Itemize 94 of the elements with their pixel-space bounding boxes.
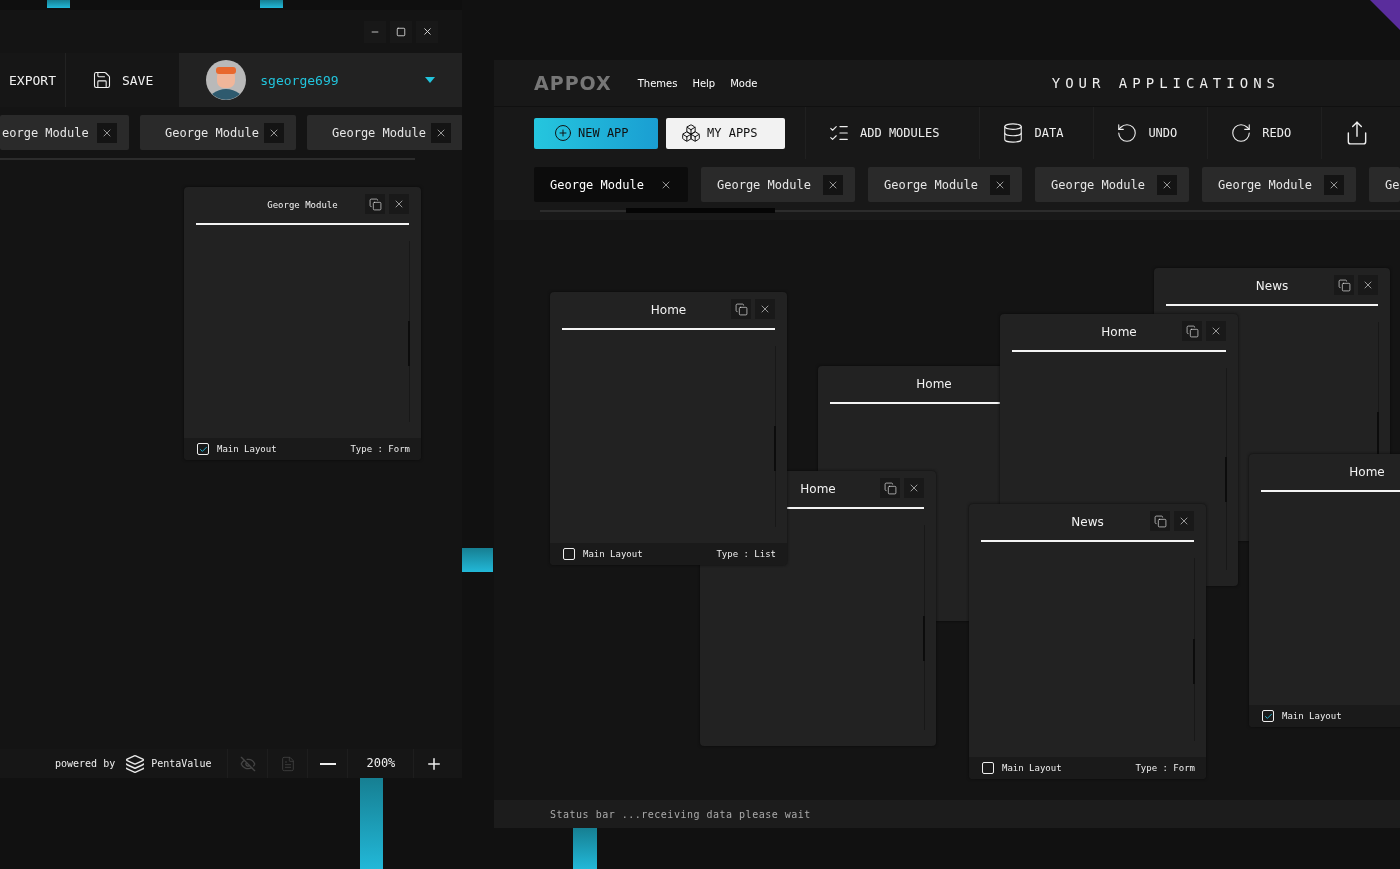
restore-button[interactable]	[1334, 275, 1354, 295]
menu-item[interactable]: Themes	[637, 77, 678, 89]
database-icon	[1002, 122, 1025, 144]
accent-bar	[462, 548, 493, 572]
close-icon	[421, 26, 433, 37]
card-title: Home	[916, 377, 952, 391]
type-label: Type : Form	[350, 444, 410, 454]
module-tab[interactable]: Ge	[1369, 167, 1400, 202]
restore-icon	[734, 302, 748, 316]
module-tab[interactable]: George Module	[701, 167, 855, 202]
logo: APPOX	[534, 72, 612, 94]
module-tab[interactable]: George Module	[1035, 167, 1189, 202]
restore-button[interactable]	[365, 194, 385, 214]
undo-icon	[1116, 122, 1139, 144]
restore-icon	[1337, 278, 1351, 292]
caret-icon[interactable]	[424, 76, 436, 84]
restore-button[interactable]	[1182, 321, 1202, 341]
module-tab[interactable]: George Module	[140, 115, 296, 150]
card-title: Home	[650, 303, 687, 317]
close-button[interactable]	[823, 174, 843, 195]
brand-name: PentaValue	[151, 758, 212, 769]
maximize-icon	[396, 26, 406, 37]
layout-label: Main Layout	[1282, 711, 1342, 721]
close-button[interactable]	[755, 299, 775, 319]
username[interactable]: sgeorge699	[260, 72, 410, 88]
card-title: Home	[1101, 325, 1137, 339]
close-button[interactable]	[1157, 174, 1177, 195]
close-icon	[393, 198, 405, 210]
check-icon	[198, 444, 208, 454]
minimize-button[interactable]	[364, 20, 386, 43]
restore-button[interactable]	[1150, 511, 1170, 531]
module-tab[interactable]: George Module	[307, 115, 462, 150]
layout-label: Main Layout	[217, 444, 277, 454]
close-button[interactable]	[904, 478, 924, 498]
checkbox[interactable]	[1262, 710, 1274, 722]
close-button[interactable]	[264, 122, 284, 143]
card-title: George Module	[267, 200, 338, 210]
close-button[interactable]	[97, 122, 117, 143]
close-icon	[1210, 325, 1222, 337]
plus-circle-icon	[554, 124, 572, 142]
checkbox[interactable]	[982, 762, 994, 774]
restore-icon	[883, 481, 897, 495]
document-icon	[279, 755, 296, 772]
module-tab[interactable]: George Module	[1202, 167, 1356, 202]
new-app-button[interactable]: NEW APP	[534, 117, 658, 149]
powered-by-label: powered by	[55, 758, 116, 769]
close-icon	[1362, 279, 1374, 291]
layout-label: Main Layout	[583, 549, 643, 559]
corner-triangle	[1370, 0, 1400, 30]
layout-label: Main Layout	[1002, 763, 1062, 773]
card-title: News	[1255, 279, 1289, 293]
redo-icon	[1230, 122, 1253, 144]
checkbox[interactable]	[197, 443, 209, 455]
restore-button[interactable]	[731, 299, 751, 319]
boxes-icon	[681, 123, 701, 143]
export-button[interactable]: EXPORT	[0, 53, 66, 107]
card-title: News	[1071, 515, 1104, 529]
avatar	[206, 60, 247, 100]
my-apps-button[interactable]: MY APPS	[666, 117, 785, 149]
module-tab[interactable]: George Module	[868, 167, 1022, 202]
restore-icon	[368, 197, 382, 211]
card-title: Home	[1349, 465, 1385, 479]
menu-item[interactable]: Help	[692, 77, 716, 89]
card-title: Home	[800, 482, 836, 496]
close-button[interactable]	[431, 122, 451, 143]
close-button[interactable]	[416, 20, 438, 43]
close-icon	[759, 303, 771, 315]
restore-icon	[1185, 324, 1199, 338]
status-bar: Status bar ...receiving data please wait	[494, 800, 1400, 828]
close-icon	[908, 482, 920, 494]
module-tab[interactable]: eorge Module	[0, 115, 129, 150]
restore-icon	[1153, 514, 1167, 528]
type-label: Type : List	[716, 549, 776, 559]
close-button[interactable]	[1324, 174, 1344, 195]
page-title: YOUR APPLICATIONS	[1051, 75, 1280, 91]
maximize-button[interactable]	[390, 20, 412, 43]
close-button[interactable]	[389, 194, 409, 214]
menu-item[interactable]: Mode	[730, 77, 758, 89]
close-button[interactable]	[1174, 511, 1194, 531]
accent-bar	[47, 0, 70, 8]
minus-icon	[319, 762, 336, 765]
eye-off-icon	[239, 755, 256, 772]
close-button[interactable]	[1358, 275, 1378, 295]
checkbox[interactable]	[563, 548, 575, 560]
module-tab[interactable]: George Module	[534, 167, 688, 202]
layers-icon	[125, 753, 146, 774]
restore-button[interactable]	[880, 478, 900, 498]
close-icon	[1178, 515, 1190, 527]
check-icon	[1263, 711, 1273, 721]
close-button[interactable]	[1206, 321, 1226, 341]
close-button[interactable]	[990, 174, 1010, 195]
accent-bar	[573, 828, 597, 869]
accent-bar	[260, 0, 283, 8]
type-label: Type : Form	[1135, 763, 1195, 773]
